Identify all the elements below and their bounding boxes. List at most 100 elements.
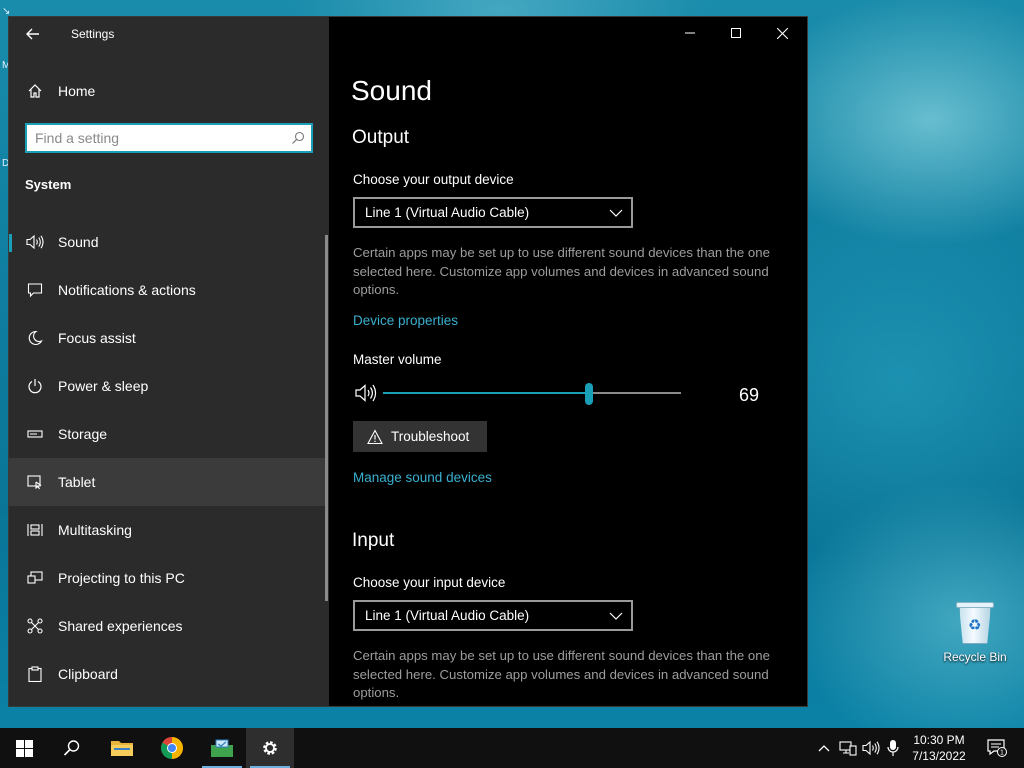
home-icon <box>26 82 44 100</box>
clock-date: 7/13/2022 <box>912 749 966 763</box>
search-button[interactable] <box>48 728 96 768</box>
sidebar-item-label: Shared experiences <box>58 618 183 634</box>
tablet-icon <box>26 473 44 491</box>
sidebar-item-projecting[interactable]: Projecting to this PC <box>9 554 327 602</box>
output-help-text: Certain apps may be set up to use differ… <box>353 245 770 297</box>
sidebar-item-clipboard[interactable]: Clipboard <box>9 650 327 698</box>
nav-home-label: Home <box>58 83 96 99</box>
sidebar-item-label: Focus assist <box>58 330 136 346</box>
taskbar: 10:30 PM 7/13/2022 1 <box>0 728 1024 768</box>
sidebar-item-label: Tablet <box>58 474 96 490</box>
action-center-button[interactable]: 1 <box>984 738 1010 758</box>
start-button[interactable] <box>0 728 48 768</box>
search-icon <box>63 740 80 756</box>
close-icon <box>776 27 788 39</box>
sidebar-item-storage[interactable]: Storage <box>9 410 327 458</box>
back-arrow-icon <box>26 28 39 40</box>
recycle-bin-icon: ♻ <box>956 600 994 644</box>
sidebar-item-shared-experiences[interactable]: Shared experiences <box>9 602 327 650</box>
troubleshoot-button[interactable]: Troubleshoot <box>353 421 487 452</box>
input-heading: Input <box>352 530 395 551</box>
network-icon[interactable] <box>838 738 858 758</box>
page-title: Sound <box>351 75 432 106</box>
app-icon <box>211 739 233 757</box>
master-volume-label: Master volume <box>353 352 442 367</box>
clock-time: 10:30 PM <box>913 733 965 747</box>
nav-list: Sound Notifications & actions Focus assi… <box>9 218 327 698</box>
minimize-icon <box>685 32 695 34</box>
app-button[interactable] <box>198 728 246 768</box>
notifications-icon: 1 <box>987 739 1007 757</box>
sidebar-item-tablet[interactable]: Tablet <box>9 458 327 506</box>
gear-icon <box>263 741 277 755</box>
shared-experiences-icon <box>26 617 44 635</box>
input-device-dropdown[interactable]: Line 1 (Virtual Audio Cable) <box>353 600 633 631</box>
windows-logo-icon <box>15 739 33 757</box>
sidebar-item-label: Sound <box>58 234 99 250</box>
settings-window: Settings Home System <box>8 16 808 707</box>
nav-home[interactable]: Home <box>9 75 329 107</box>
title-bar[interactable]: Settings <box>9 17 329 51</box>
input-device-value: Line 1 (Virtual Audio Cable) <box>365 608 530 623</box>
output-device-value: Line 1 (Virtual Audio Cable) <box>365 205 530 220</box>
back-button[interactable] <box>15 21 51 47</box>
power-icon <box>26 377 44 395</box>
output-heading: Output <box>352 127 410 148</box>
volume-speaker-icon[interactable] <box>355 383 377 403</box>
slider-thumb[interactable] <box>584 383 593 405</box>
device-properties-link[interactable]: Device properties <box>353 313 458 328</box>
projecting-icon <box>26 569 44 587</box>
section-heading-system: System <box>25 177 72 192</box>
clock[interactable]: 10:30 PM 7/13/2022 <box>902 732 976 764</box>
close-button[interactable] <box>759 17 805 49</box>
selection-indicator <box>9 234 12 252</box>
sidebar-item-notifications[interactable]: Notifications & actions <box>9 266 327 314</box>
troubleshoot-label: Troubleshoot <box>391 429 470 444</box>
file-explorer-button[interactable] <box>98 728 146 768</box>
clipboard-icon <box>26 665 44 683</box>
microphone-icon[interactable] <box>883 738 903 758</box>
manage-sound-devices-link[interactable]: Manage sound devices <box>353 470 492 485</box>
chevron-down-icon <box>609 612 623 620</box>
notifications-icon <box>26 281 44 299</box>
input-help-text: Certain apps may be set up to use differ… <box>353 648 770 700</box>
sidebar-item-sound[interactable]: Sound <box>9 218 327 266</box>
master-volume-slider[interactable] <box>383 383 681 405</box>
volume-icon[interactable] <box>861 738 881 758</box>
sidebar-item-label: Clipboard <box>58 666 118 682</box>
chrome-button[interactable] <box>148 728 196 768</box>
minimize-button[interactable] <box>667 17 713 49</box>
input-device-label: Choose your input device <box>353 575 506 590</box>
sidebar: Settings Home System <box>9 17 329 706</box>
sidebar-scrollbar[interactable] <box>325 235 328 601</box>
output-device-label: Choose your output device <box>353 172 514 187</box>
sidebar-item-focus-assist[interactable]: Focus assist <box>9 314 327 362</box>
chrome-icon <box>161 737 183 759</box>
sidebar-item-power-sleep[interactable]: Power & sleep <box>9 362 327 410</box>
window-title: Settings <box>71 27 115 41</box>
speaker-icon <box>26 233 44 251</box>
settings-taskbar-button[interactable] <box>246 728 294 768</box>
sidebar-item-label: Storage <box>58 426 108 442</box>
content-pane: Sound Output Choose your output device L… <box>329 17 807 706</box>
maximize-button[interactable] <box>713 17 759 49</box>
search-input[interactable] <box>27 125 277 151</box>
sidebar-item-label: Multitasking <box>58 522 132 538</box>
show-hidden-icons-chevron-up-icon[interactable] <box>814 738 834 758</box>
search-box[interactable] <box>25 123 313 153</box>
folder-icon <box>111 741 133 756</box>
sidebar-item-label: Power & sleep <box>58 378 149 394</box>
slider-track-fill <box>383 392 589 394</box>
search-icon[interactable] <box>291 131 305 145</box>
output-device-dropdown[interactable]: Line 1 (Virtual Audio Cable) <box>353 197 633 228</box>
notification-count: 1 <box>1000 750 1004 757</box>
sidebar-item-label: Notifications & actions <box>58 282 196 298</box>
warning-icon <box>367 428 383 444</box>
chevron-down-icon <box>609 209 623 217</box>
recycle-bin-label: Recycle Bin <box>943 650 1007 664</box>
moon-icon <box>26 329 44 347</box>
sidebar-item-multitasking[interactable]: Multitasking <box>9 506 327 554</box>
sidebar-item-label: Projecting to this PC <box>58 570 185 586</box>
multitasking-icon <box>26 521 44 539</box>
recycle-bin-shortcut[interactable]: ♻ Recycle Bin <box>942 600 1008 664</box>
